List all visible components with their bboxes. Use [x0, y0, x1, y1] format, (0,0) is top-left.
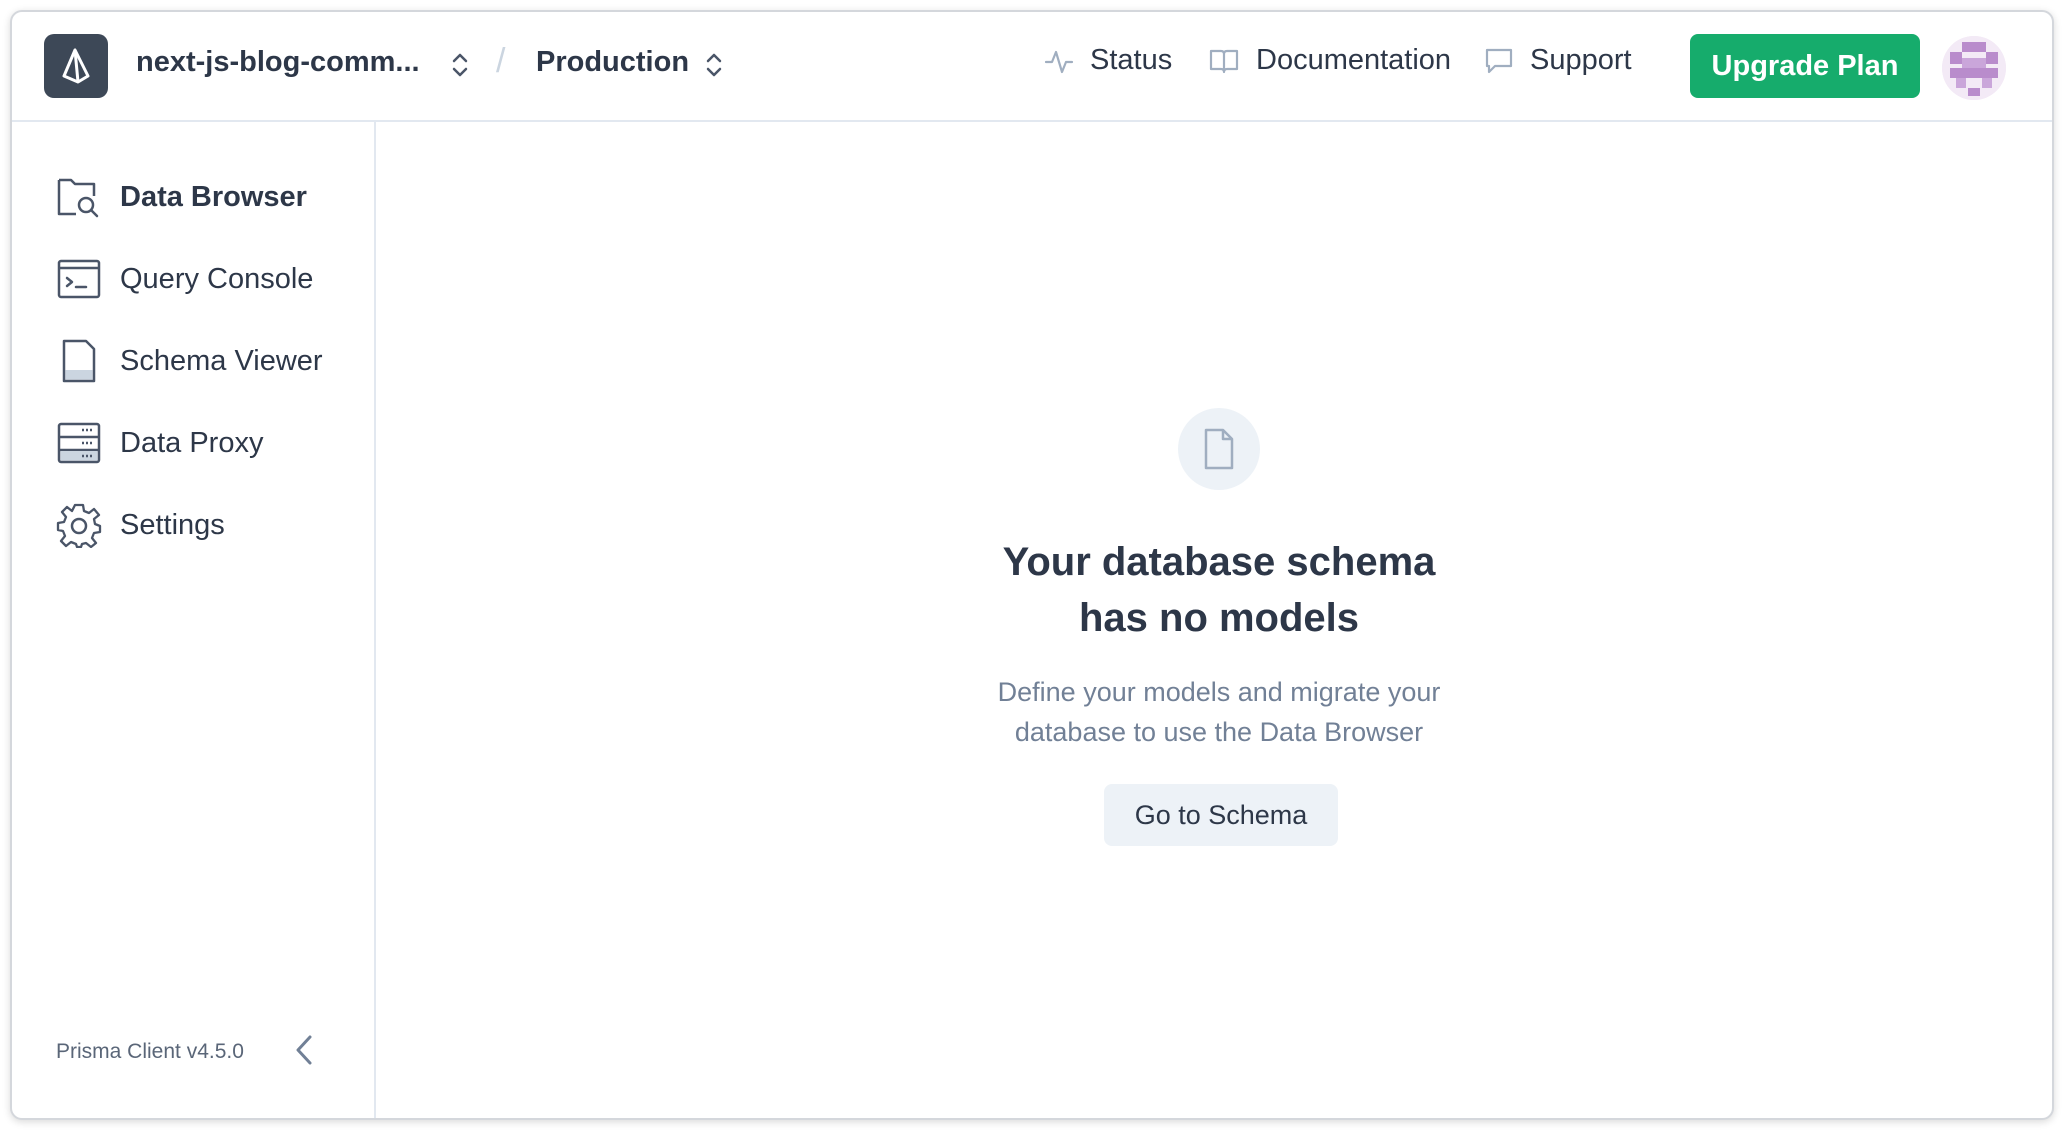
empty-desc-line: database to use the Data Browser: [1014, 717, 1424, 747]
server-icon: [56, 420, 102, 466]
app-window: next-js-blog-comm... / Production Status…: [10, 10, 2054, 1120]
sidebar-item-schema-viewer[interactable]: Schema Viewer: [56, 338, 323, 384]
top-bar: next-js-blog-comm... / Production Status…: [12, 12, 2052, 122]
folder-search-icon: [56, 174, 102, 220]
sidebar-item-data-proxy[interactable]: Data Proxy: [56, 420, 263, 466]
sidebar-item-label: Data Proxy: [120, 426, 264, 459]
support-link[interactable]: Support: [1484, 44, 1632, 77]
support-label: Support: [1530, 44, 1632, 76]
breadcrumb-separator: /: [496, 42, 506, 80]
collapse-sidebar-icon[interactable]: [292, 1033, 316, 1072]
prisma-logo-icon[interactable]: [44, 34, 108, 98]
empty-state-description: Define your models and migrate your data…: [912, 672, 1526, 752]
status-label: Status: [1090, 44, 1173, 76]
sidebar-item-label: Schema Viewer: [120, 344, 323, 377]
client-version: Prisma Client v4.5.0: [56, 1040, 244, 1063]
empty-document-icon: [1178, 408, 1260, 490]
pulse-icon: [1044, 50, 1074, 73]
chevron-updown-icon[interactable]: [450, 50, 470, 85]
empty-title-line: has no models: [1078, 596, 1360, 640]
avatar[interactable]: [1942, 36, 2006, 100]
sidebar-item-settings[interactable]: Settings: [56, 502, 225, 548]
sidebar-item-label: Query Console: [120, 262, 314, 295]
document-icon: [56, 338, 102, 384]
sidebar: Data Browser Query Console Schema Viewer…: [12, 122, 376, 1118]
book-icon: [1209, 49, 1239, 73]
chat-bubble-icon: [1485, 48, 1513, 73]
documentation-label: Documentation: [1256, 44, 1452, 76]
empty-title-line: Your database schema: [1002, 540, 1436, 584]
project-selector[interactable]: next-js-blog-comm...: [136, 46, 420, 79]
chevron-updown-icon[interactable]: [704, 50, 724, 85]
sidebar-item-data-browser[interactable]: Data Browser: [56, 174, 307, 220]
sidebar-item-query-console[interactable]: Query Console: [56, 256, 313, 302]
documentation-link[interactable]: Documentation: [1208, 44, 1451, 77]
empty-state-title: Your database schema has no models: [912, 534, 1526, 646]
terminal-icon: [56, 256, 102, 302]
sidebar-item-label: Settings: [120, 508, 225, 541]
sidebar-item-label: Data Browser: [120, 180, 307, 213]
environment-selector[interactable]: Production: [536, 46, 689, 79]
gear-icon: [56, 502, 102, 548]
go-to-schema-button[interactable]: Go to Schema: [1104, 784, 1338, 846]
upgrade-plan-button[interactable]: Upgrade Plan: [1690, 34, 1920, 98]
empty-desc-line: Define your models and migrate your: [997, 677, 1441, 707]
status-link[interactable]: Status: [1044, 44, 1172, 77]
